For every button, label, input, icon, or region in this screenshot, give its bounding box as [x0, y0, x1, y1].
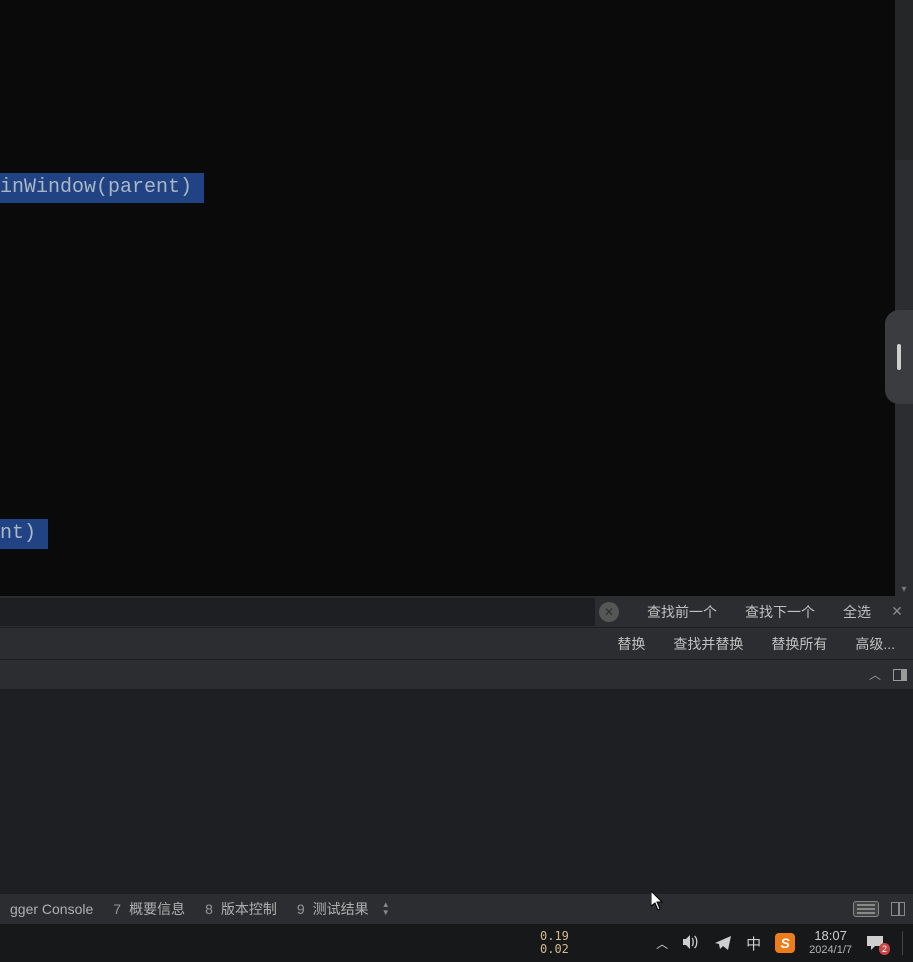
collapse-panel-icon[interactable]: ︿ [869, 666, 881, 683]
tab-version-control[interactable]: 8 版本控制 [195, 894, 287, 924]
tray-expand-icon[interactable]: ︿ [656, 935, 668, 952]
find-and-replace-button[interactable]: 查找并替换 [659, 630, 757, 658]
panel-layout-icon[interactable] [893, 669, 907, 681]
find-previous-button[interactable]: 查找前一个 [633, 598, 731, 626]
show-desktop-button[interactable] [902, 931, 903, 955]
taskbar-apps-region[interactable] [0, 924, 540, 962]
toolwindow-bar: gger Console 7 概要信息 8 版本控制 9 测试结果 ▲▼ [0, 894, 913, 924]
minimap-scroll-handle[interactable] [885, 310, 913, 404]
tab-overview[interactable]: 7 概要信息 [103, 894, 195, 924]
tab-number: 7 [113, 901, 121, 917]
notifications-icon[interactable]: 2 [866, 935, 884, 951]
system-tray: ︿ 中 S 18:07 2024/1/7 2 [656, 924, 913, 962]
system-metrics: 0.19 0.02 [540, 930, 569, 956]
metric-bottom: 0.02 [540, 943, 569, 956]
more-tabs-toggle[interactable]: ▲▼ [379, 900, 393, 918]
select-all-button[interactable]: 全选 [829, 598, 885, 626]
tab-label: 版本控制 [221, 899, 277, 919]
telegram-icon[interactable] [714, 935, 732, 951]
output-panel[interactable] [0, 689, 913, 894]
find-row: ✕ 查找前一个 查找下一个 全选 ✕ [0, 596, 913, 627]
advanced-button[interactable]: 高级... [841, 630, 909, 658]
find-replace-bar: ✕ 查找前一个 查找下一个 全选 ✕ 替换 查找并替换 替换所有 高级... [0, 596, 913, 659]
code-editor[interactable]: inWindow(parent) nt) ▾ [0, 0, 913, 596]
tab-label: gger Console [10, 901, 93, 917]
editor-scrollbar[interactable]: ▾ [895, 0, 913, 596]
tab-label: 测试结果 [313, 899, 369, 919]
scrollbar-region [895, 0, 913, 160]
find-next-button[interactable]: 查找下一个 [731, 598, 829, 626]
clear-search-button[interactable]: ✕ [599, 602, 619, 622]
sogou-ime-icon[interactable]: S [775, 933, 795, 953]
ime-indicator[interactable]: 中 [746, 933, 761, 954]
notification-badge: 2 [879, 943, 890, 955]
code-token-args: (parent) [96, 176, 192, 199]
taskbar-clock[interactable]: 18:07 2024/1/7 [809, 928, 852, 958]
close-findbar-button[interactable]: ✕ [885, 603, 909, 620]
tab-number: 8 [205, 901, 213, 917]
close-icon: ✕ [891, 603, 903, 619]
clock-date: 2024/1/7 [809, 943, 852, 958]
tab-test-results[interactable]: 9 测试结果 [287, 894, 379, 924]
keymap-icon[interactable] [853, 901, 879, 917]
os-taskbar: 0.19 0.02 ︿ 中 S 18:07 2024/1/7 2 [0, 924, 913, 962]
volume-icon[interactable] [682, 934, 700, 953]
scrollbar-down-arrow[interactable]: ▾ [895, 582, 913, 596]
tab-number: 9 [297, 901, 305, 917]
replace-row: 替换 查找并替换 替换所有 高级... [0, 628, 913, 659]
replace-all-button[interactable]: 替换所有 [757, 630, 841, 658]
code-content: inWindow(parent) nt) [0, 0, 895, 596]
code-token-function: inWindow [0, 176, 96, 199]
split-view-icon[interactable] [891, 902, 905, 916]
find-input[interactable] [0, 598, 595, 626]
replace-button[interactable]: 替换 [603, 630, 659, 658]
tab-debugger-console[interactable]: gger Console [0, 894, 103, 924]
tab-label: 概要信息 [129, 899, 185, 919]
clear-icon: ✕ [604, 605, 614, 619]
code-token-tail: nt) [0, 522, 36, 545]
clock-time: 18:07 [809, 928, 852, 943]
panel-header: ︿ [0, 659, 913, 689]
